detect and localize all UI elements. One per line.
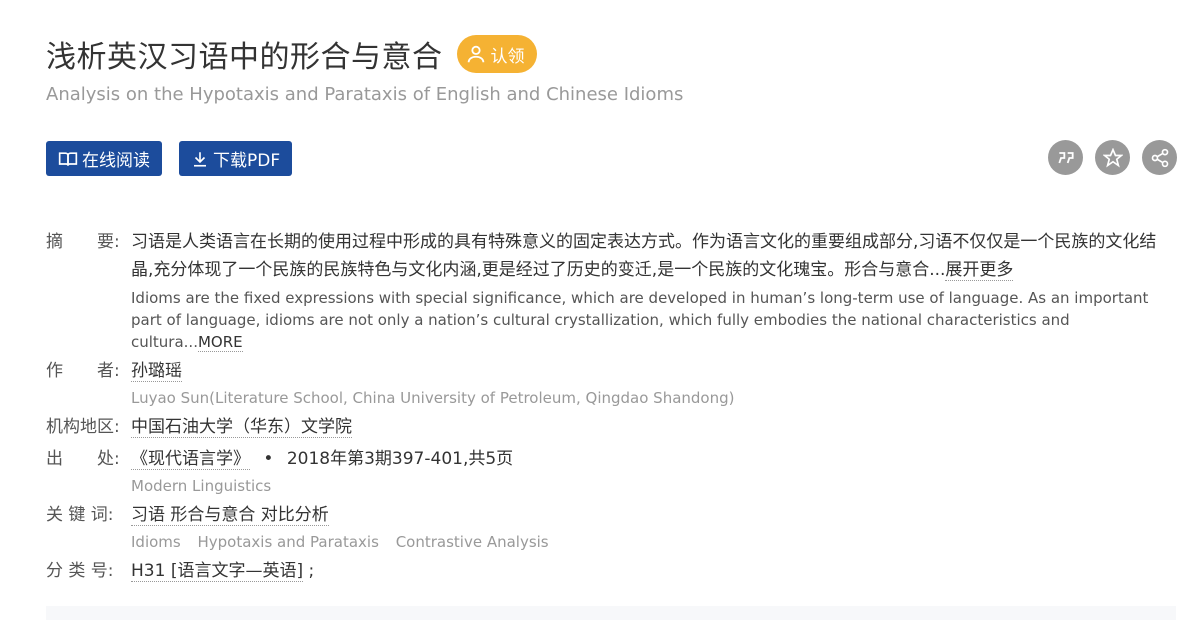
share-icon <box>1151 148 1168 167</box>
source-label: 出 处: <box>46 449 120 469</box>
read-online-label: 在线阅读 <box>82 151 150 171</box>
download-pdf-button[interactable]: 下载PDF <box>179 141 293 176</box>
favorite-button[interactable] <box>1095 140 1130 175</box>
download-icon <box>194 151 206 167</box>
class-suffix: ; <box>303 561 315 581</box>
paper-title: 浅析英汉习语中的形合与意合 <box>46 40 443 75</box>
keywords-label: 关 键 词: <box>46 505 114 525</box>
action-bar: 在线阅读 下载PDF <box>46 141 293 176</box>
source-en: Modern Linguistics <box>131 477 272 495</box>
footer-bar <box>46 606 1176 620</box>
org-link[interactable]: 中国石油大学（华东）文学院 <box>131 417 352 438</box>
author-en: Luyao Sun(Literature School, China Unive… <box>131 389 735 407</box>
source-issue: 2018年第3期397-401,共5页 <box>286 449 514 469</box>
keywords-link[interactable]: 习语 形合与意合 对比分析 <box>131 505 329 526</box>
abstract-zh: 习语是人类语言在长期的使用过程中形成的具有特殊意义的固定表达方式。作为语言文化的… <box>131 228 1176 284</box>
claim-button[interactable]: 认领 <box>456 35 537 73</box>
class-link[interactable]: H31 [语言文字—英语] <box>131 561 304 582</box>
paper-metadata: 摘 要: 习语是人类语言在长期的使用过程中形成的具有特殊意义的固定表达方式。作为… <box>46 228 1176 589</box>
cite-button[interactable] <box>1048 140 1083 175</box>
keyword-en[interactable]: Idioms <box>131 533 181 551</box>
abstract-en: Idioms are the fixed expressions with sp… <box>131 287 1176 353</box>
book-icon <box>58 151 78 166</box>
org-row: 机构地区: 中国石油大学（华东）文学院 <box>46 413 1176 441</box>
abstract-label: 摘 要: <box>46 232 120 252</box>
keyword-en[interactable]: Contrastive Analysis <box>396 533 549 551</box>
author-link[interactable]: 孙璐瑶 <box>131 361 182 382</box>
expand-more-link[interactable]: 展开更多 <box>945 260 1014 281</box>
abstract-en-text: Idioms are the fixed expressions with sp… <box>131 289 1149 351</box>
keywords-en: Idioms Hypotaxis and Parataxis Contrasti… <box>131 531 1176 553</box>
org-label: 机构地区: <box>46 417 120 437</box>
source-separator: • <box>263 449 274 469</box>
author-row: 作 者: 孙璐瑶 Luyao Sun(Literature School, Ch… <box>46 357 1176 409</box>
share-button[interactable] <box>1142 140 1177 175</box>
quote-icon <box>1057 151 1074 163</box>
paper-subtitle: Analysis on the Hypotaxis and Parataxis … <box>46 84 684 105</box>
class-row: 分 类 号: H31 [语言文字—英语] ; <box>46 557 1176 585</box>
title-row: 浅析英汉习语中的形合与意合 认领 <box>46 32 537 76</box>
source-row: 出 处: 《现代语言学》 • 2018年第3期397-401,共5页 Moder… <box>46 445 1176 497</box>
journal-link[interactable]: 《现代语言学》 <box>131 449 250 470</box>
user-icon <box>467 45 484 63</box>
download-pdf-label: 下载PDF <box>213 151 281 171</box>
tool-buttons <box>1048 140 1177 175</box>
keywords-row: 关 键 词: 习语 形合与意合 对比分析 Idioms Hypotaxis an… <box>46 501 1176 553</box>
abstract-row: 摘 要: 习语是人类语言在长期的使用过程中形成的具有特殊意义的固定表达方式。作为… <box>46 228 1176 353</box>
read-online-button[interactable]: 在线阅读 <box>46 141 162 176</box>
author-label: 作 者: <box>46 361 120 381</box>
keyword-en[interactable]: Hypotaxis and Parataxis <box>198 533 379 551</box>
more-link[interactable]: MORE <box>197 333 243 352</box>
star-icon <box>1102 147 1123 167</box>
class-label: 分 类 号: <box>46 561 114 581</box>
claim-label: 认领 <box>490 46 525 67</box>
